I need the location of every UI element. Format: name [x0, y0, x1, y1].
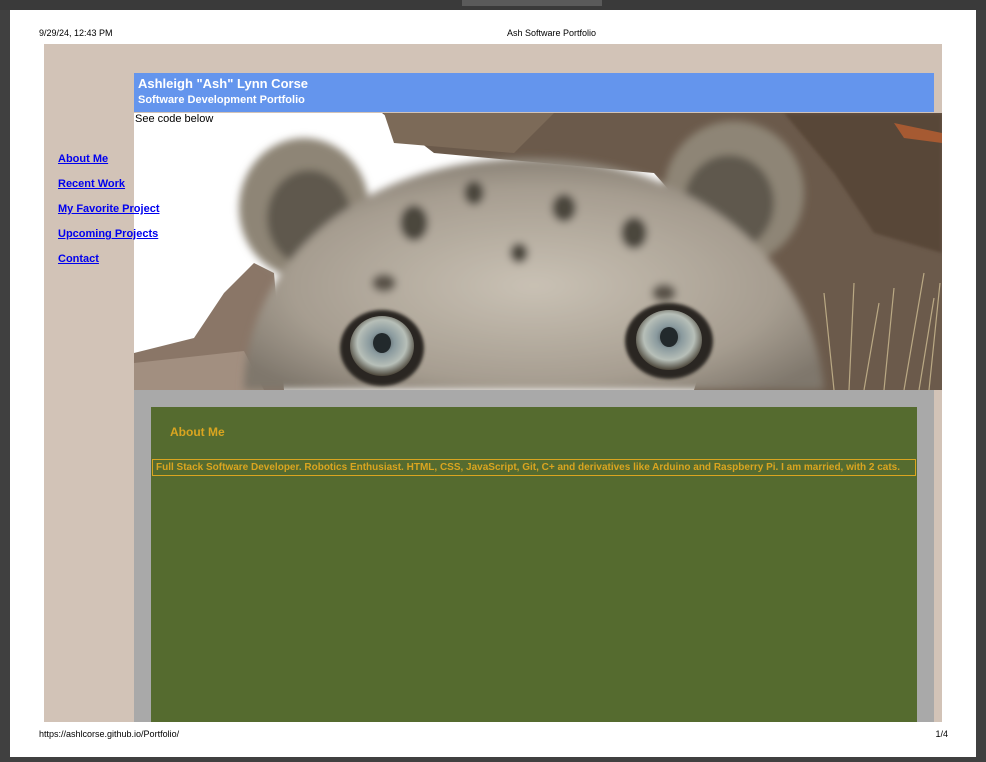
- print-url: https://ashlcorse.github.io/Portfolio/: [39, 729, 180, 739]
- snow-leopard-photo: [134, 113, 942, 390]
- nav-link-recent-work[interactable]: Recent Work: [58, 177, 159, 191]
- nav-link-about-me[interactable]: About Me: [58, 152, 159, 166]
- hero-caption: See code below: [135, 113, 214, 125]
- site-subtitle: Software Development Portfolio: [138, 94, 305, 106]
- portfolio-page: Ashleigh "Ash" Lynn Corse Software Devel…: [44, 44, 942, 722]
- viewer-tab[interactable]: [462, 0, 602, 6]
- side-navigation: About Me Recent Work My Favorite Project…: [58, 152, 159, 277]
- site-header: Ashleigh "Ash" Lynn Corse Software Devel…: [134, 73, 934, 112]
- print-page-number: 1/4: [935, 729, 948, 739]
- printed-page: 9/29/24, 12:43 PM Ash Software Portfolio…: [10, 10, 976, 757]
- nav-link-contact[interactable]: Contact: [58, 252, 159, 266]
- content-frame: About Me Full Stack Software Developer. …: [134, 390, 934, 722]
- site-owner-name: Ashleigh "Ash" Lynn Corse: [138, 76, 309, 91]
- hero-image: See code below: [134, 113, 942, 390]
- print-document-title: Ash Software Portfolio: [506, 28, 597, 38]
- about-heading: About Me: [170, 425, 225, 439]
- about-section: About Me Full Stack Software Developer. …: [151, 407, 917, 722]
- viewer-top-strip: [0, 0, 986, 10]
- nav-link-upcoming-projects[interactable]: Upcoming Projects: [58, 227, 159, 241]
- about-text: Full Stack Software Developer. Robotics …: [152, 459, 916, 476]
- nav-link-favorite-project[interactable]: My Favorite Project: [58, 202, 159, 216]
